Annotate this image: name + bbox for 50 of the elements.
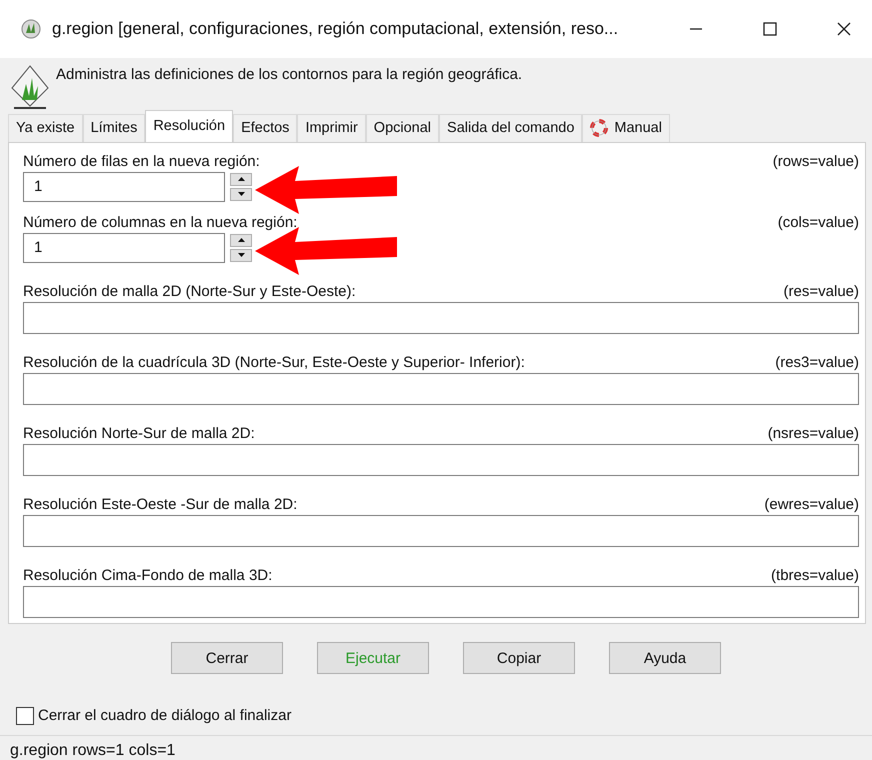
- field-label: Resolución de malla 2D (Norte-Sur y Este-Oeste):: [23, 282, 356, 300]
- parameter-label: (res3=value): [775, 354, 859, 371]
- input-field[interactable]: [23, 514, 859, 547]
- tab[interactable]: Ya existe: [8, 114, 83, 142]
- up-triangle-icon: [238, 238, 244, 242]
- down-triangle-icon: [238, 192, 244, 196]
- input-field[interactable]: [23, 302, 859, 334]
- maximize-icon[interactable]: [762, 20, 778, 37]
- parameter-label: (cols=value): [778, 214, 859, 231]
- dialog-button[interactable]: Ayuda: [609, 642, 721, 674]
- grass-icon: [10, 64, 50, 110]
- checkbox[interactable]: [16, 706, 34, 725]
- close-icon[interactable]: [836, 20, 852, 37]
- spin-up-button[interactable]: [230, 234, 252, 247]
- parameter-label: (res=value): [784, 282, 859, 300]
- field-label: Resolución Norte-Sur de malla 2D:: [23, 424, 255, 442]
- number-field[interactable]: 1: [23, 172, 225, 202]
- tab[interactable]: Límites: [82, 114, 146, 142]
- tab[interactable]: Salida del comando: [439, 114, 582, 142]
- tab[interactable]: Imprimir: [297, 114, 366, 142]
- spin-up-button[interactable]: [230, 172, 252, 186]
- grass-icon: [20, 18, 42, 40]
- checkbox-label: Cerrar el cuadro de diálogo al finalizar: [38, 707, 292, 724]
- status-text: g.region rows=1 cols=1: [10, 742, 176, 760]
- input-field[interactable]: [23, 586, 859, 618]
- field-label: Resolución de la cuadrícula 3D (Norte-Sur, Este-Oeste y Superior- Inferior):: [23, 354, 525, 371]
- lifebuoy-icon: [590, 119, 608, 138]
- parameter-label: (rows=value): [772, 152, 859, 170]
- tab[interactable]: Resolución: [145, 110, 234, 142]
- dialog-button[interactable]: Copiar: [463, 642, 575, 674]
- spin-down-button[interactable]: [230, 248, 252, 262]
- field-label: Resolución Cima-Fondo de malla 3D:: [23, 566, 272, 584]
- down-triangle-icon: [238, 253, 244, 258]
- dialog-button[interactable]: Cerrar: [171, 642, 283, 674]
- input-field[interactable]: [23, 372, 859, 405]
- parameter-label: (ewres=value): [764, 496, 859, 513]
- tab[interactable]: Manual: [582, 114, 670, 142]
- window-title: g.region [general, configuraciones, región computacional, extensión, reso...: [52, 18, 620, 39]
- parameter-label: (nsres=value): [768, 424, 859, 442]
- field-label: Resolución Este-Oeste -Sur de malla 2D:: [23, 496, 298, 513]
- tab[interactable]: Opcional: [366, 114, 440, 142]
- input-field[interactable]: [23, 444, 859, 476]
- spin-down-button[interactable]: [230, 188, 252, 201]
- field-label: Número de columnas en la nueva región:: [23, 214, 298, 231]
- field-label: Número de filas en la nueva región:: [23, 152, 260, 170]
- tab[interactable]: Efectos: [233, 114, 298, 142]
- description-text: Administra las definiciones de los contornos para la región geográfica.: [56, 66, 522, 83]
- parameter-label: (tbres=value): [771, 566, 859, 584]
- number-field[interactable]: 1: [23, 232, 225, 263]
- up-triangle-icon: [238, 177, 244, 182]
